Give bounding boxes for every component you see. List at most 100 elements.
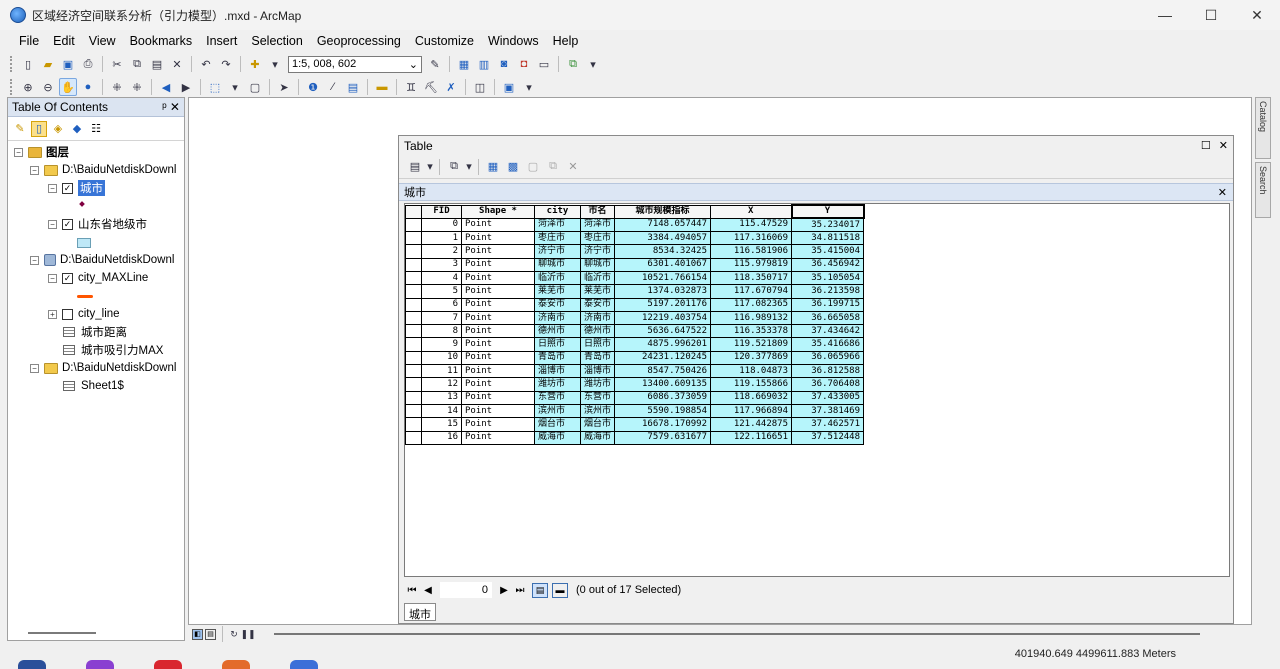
point-symbol[interactable] (79, 195, 85, 213)
tree-table-attraction[interactable]: 城市吸引力MAX (63, 341, 163, 359)
toolbar-options-icon[interactable]: ▾ (520, 78, 538, 96)
column-header-city[interactable]: city (534, 204, 581, 219)
cell-city-name[interactable]: 淄博市 (579, 364, 616, 379)
cut-icon[interactable]: ✂ (108, 55, 126, 73)
cell-city-name[interactable]: 莱芜市 (579, 284, 616, 299)
find-binoculars-icon[interactable]: ♊ (402, 78, 420, 96)
cell-fid[interactable]: 16 (421, 430, 462, 445)
cell-fid[interactable]: 7 (421, 310, 462, 326)
table-row[interactable]: 1 Point 枣庄市 枣庄市 3384.494057 117.316069 34.8115… (405, 231, 865, 246)
cell-fid[interactable]: 9 (421, 337, 462, 352)
cell-x[interactable]: 120.377869 (710, 350, 793, 366)
menu-help[interactable]: Help (546, 34, 586, 48)
toc-pin-close[interactable]: ᵖ ✕ (162, 100, 180, 114)
cell-shape[interactable]: Point (461, 430, 535, 445)
collapse-icon[interactable]: − (30, 255, 39, 265)
cell-city-name[interactable]: 济南市 (579, 310, 616, 326)
next-record-icon[interactable]: ▶ (496, 585, 512, 596)
row-selector[interactable] (405, 403, 422, 419)
cell-city[interactable]: 济南市 (534, 310, 581, 326)
menu-selection[interactable]: Selection (244, 34, 309, 48)
cell-scale-index[interactable]: 24231.120245 (614, 350, 712, 366)
cell-scale-index[interactable]: 6301.401067 (614, 257, 712, 272)
cell-shape[interactable]: Point (461, 217, 535, 233)
identify-icon[interactable]: ❶ (304, 78, 322, 96)
cell-scale-index[interactable]: 8547.750426 (614, 364, 712, 379)
row-selector[interactable] (405, 231, 422, 246)
cell-shape[interactable]: Point (461, 417, 535, 432)
cell-shape[interactable]: Point (461, 297, 535, 312)
tree-folder[interactable]: − D:\BaiduNetdiskDownl (30, 359, 176, 377)
cell-fid[interactable]: 12 (421, 377, 462, 392)
cell-city-name[interactable]: 临沂市 (579, 270, 616, 286)
menu-bookmarks[interactable]: Bookmarks (123, 34, 200, 48)
cell-city[interactable]: 烟台市 (534, 417, 581, 432)
select-elements-arrow-icon[interactable]: ➤ (275, 78, 293, 96)
cell-scale-index[interactable]: 8534.32425 (614, 244, 712, 259)
cell-fid[interactable]: 3 (421, 257, 462, 272)
cell-scale-index[interactable]: 5590.198854 (614, 403, 712, 419)
select-dropdown-icon[interactable]: ▾ (226, 78, 244, 96)
delete-icon[interactable]: ✕ (168, 55, 186, 73)
cell-x[interactable]: 117.316069 (710, 231, 793, 246)
table-row[interactable]: 9 Point 日照市 日照市 4875.996201 119.521809 35.4166… (405, 337, 865, 352)
cell-city-name[interactable]: 聊城市 (579, 257, 616, 272)
table-row[interactable]: 7 Point 济南市 济南市 12219.403754 116.989132 36.665… (405, 310, 865, 326)
cell-shape[interactable]: Point (461, 403, 535, 419)
refresh-icon[interactable]: ↻ (228, 625, 240, 643)
cell-fid[interactable]: 5 (421, 284, 462, 299)
table-label[interactable]: 城市距离 (81, 324, 127, 340)
table-row[interactable]: 4 Point 临沂市 临沂市 10521.766154 118.350717 35.105… (405, 270, 865, 286)
search-tab[interactable]: Search (1255, 162, 1271, 218)
go-to-xy-icon[interactable]: ✗ (442, 78, 460, 96)
python-window-icon[interactable]: ▭ (535, 55, 553, 73)
cell-y[interactable]: 37.462571 (791, 417, 865, 432)
layer-visibility-checkbox[interactable]: ✓ (62, 182, 73, 194)
data-view-icon[interactable]: ◧ (192, 628, 203, 640)
fixed-zoom-out-icon[interactable]: ⁜ (128, 78, 146, 96)
layer-visibility-checkbox[interactable]: ✓ (62, 218, 73, 230)
cell-city-name[interactable]: 枣庄市 (579, 231, 616, 246)
table-row[interactable]: 0 Point 菏泽市 菏泽市 7148.057447 115.47529 35.23401… (405, 217, 865, 233)
clear-selection-icon[interactable]: ▢ (246, 78, 264, 96)
polygon-symbol[interactable] (77, 234, 91, 252)
find-route-icon[interactable]: ⛏ (422, 78, 440, 96)
table-row[interactable]: 6 Point 泰安市 泰安市 5197.201176 117.082365 36.1997… (405, 297, 865, 312)
full-extent-icon[interactable]: ● (79, 78, 97, 96)
layer-label[interactable]: 山东省地级市 (78, 216, 147, 232)
row-selector[interactable] (405, 257, 422, 272)
cell-x[interactable]: 118.669032 (710, 390, 793, 405)
table-of-contents-icon[interactable]: ▦ (455, 55, 473, 73)
tree-table-distance[interactable]: 城市距离 (63, 323, 127, 341)
table-options-dropdown-icon[interactable]: ▾ (426, 158, 434, 176)
column-header-fid[interactable]: FID (421, 204, 462, 219)
menu-customize[interactable]: Customize (408, 34, 481, 48)
cell-shape[interactable]: Point (461, 284, 535, 299)
record-position-field[interactable]: 0 (440, 582, 492, 598)
cell-x[interactable]: 118.350717 (710, 270, 793, 286)
cell-scale-index[interactable]: 13400.609135 (614, 377, 712, 392)
cell-city[interactable]: 淄博市 (534, 364, 581, 379)
select-features-icon[interactable]: ⬚ (206, 78, 224, 96)
cell-x[interactable]: 117.670794 (710, 284, 793, 299)
row-selector[interactable] (405, 377, 422, 392)
cell-x[interactable]: 122.116651 (710, 430, 793, 445)
tree-layer-cityline[interactable]: + city_line (48, 305, 120, 323)
cell-fid[interactable]: 13 (421, 390, 462, 405)
editor-toolbar-icon[interactable]: ✎ (426, 55, 444, 73)
cell-y[interactable]: 37.434642 (791, 324, 865, 339)
cell-x[interactable]: 119.521809 (710, 337, 793, 352)
cell-y[interactable]: 37.512448 (791, 430, 865, 445)
cell-y[interactable]: 37.381469 (791, 403, 865, 419)
column-header-city-name[interactable]: 市名 (579, 204, 616, 219)
cell-shape[interactable]: Point (461, 350, 535, 366)
row-selector-header[interactable] (405, 204, 422, 219)
cell-city-name[interactable]: 烟台市 (579, 417, 616, 432)
clear-selection-icon[interactable]: ▢ (524, 158, 542, 176)
cell-scale-index[interactable]: 3384.494057 (614, 231, 712, 246)
cell-city[interactable]: 泰安市 (534, 297, 581, 312)
open-folder-icon[interactable]: ▰ (39, 55, 57, 73)
layer-label[interactable]: city_line (78, 308, 120, 320)
cell-scale-index[interactable]: 1374.032873 (614, 284, 712, 299)
cell-city[interactable]: 威海市 (534, 430, 581, 445)
